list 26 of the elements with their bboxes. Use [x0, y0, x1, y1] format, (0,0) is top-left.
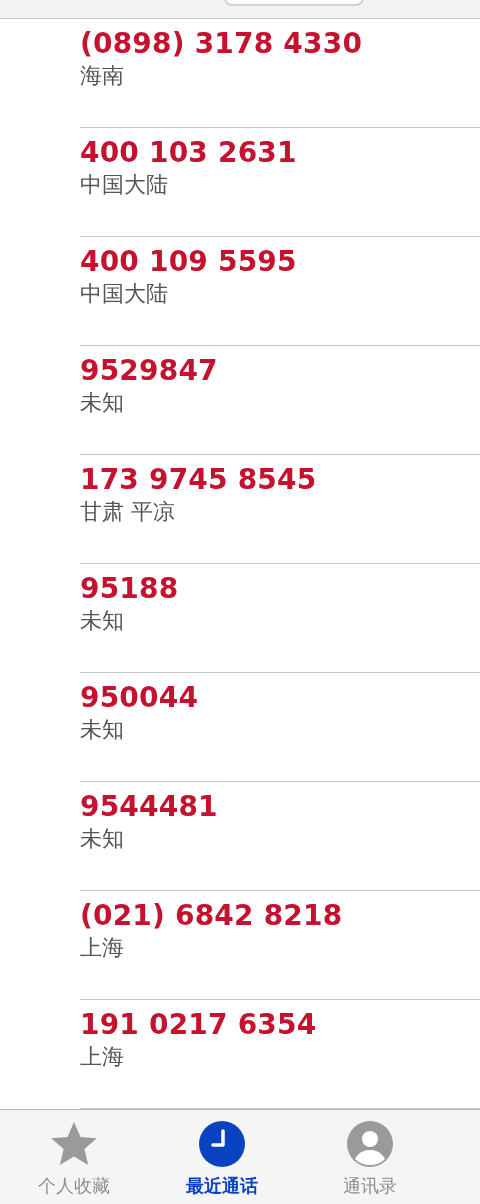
phone-number[interactable]: 9529847	[80, 354, 218, 388]
tab-label[interactable]: 通讯录	[343, 1174, 397, 1198]
call-location: 未知	[80, 389, 124, 417]
call-location: 中国大陆	[80, 280, 168, 308]
tab-label[interactable]: 最近通话	[186, 1174, 258, 1198]
tab-label[interactable]: 个人收藏	[38, 1174, 110, 1198]
phone-number[interactable]: (021) 6842 8218	[80, 899, 343, 933]
star-icon	[49, 1121, 99, 1167]
phone-number[interactable]: 173 9745 8545	[80, 463, 317, 497]
call-location: 未知	[80, 607, 124, 635]
phone-number[interactable]: 191 0217 6354	[80, 1008, 317, 1042]
call-location: 未知	[80, 716, 124, 744]
phone-number[interactable]: 9544481	[80, 790, 218, 824]
call-location: 中国大陆	[80, 171, 168, 199]
phone-number[interactable]: 950044	[80, 681, 199, 715]
call-location: 上海	[80, 1043, 124, 1071]
call-location: 上海	[80, 934, 124, 962]
call-location: 海南	[80, 62, 124, 90]
person-icon	[347, 1121, 393, 1167]
phone-number[interactable]: 95188	[80, 572, 179, 606]
call-location: 未知	[80, 825, 124, 853]
phone-number[interactable]: 400 109 5595	[80, 245, 297, 279]
phone-number[interactable]: 400 103 2631	[80, 136, 297, 170]
phone-number[interactable]: (0898) 3178 4330	[80, 27, 363, 61]
call-location: 甘肃 平凉	[80, 498, 175, 526]
clock-icon	[199, 1121, 245, 1167]
